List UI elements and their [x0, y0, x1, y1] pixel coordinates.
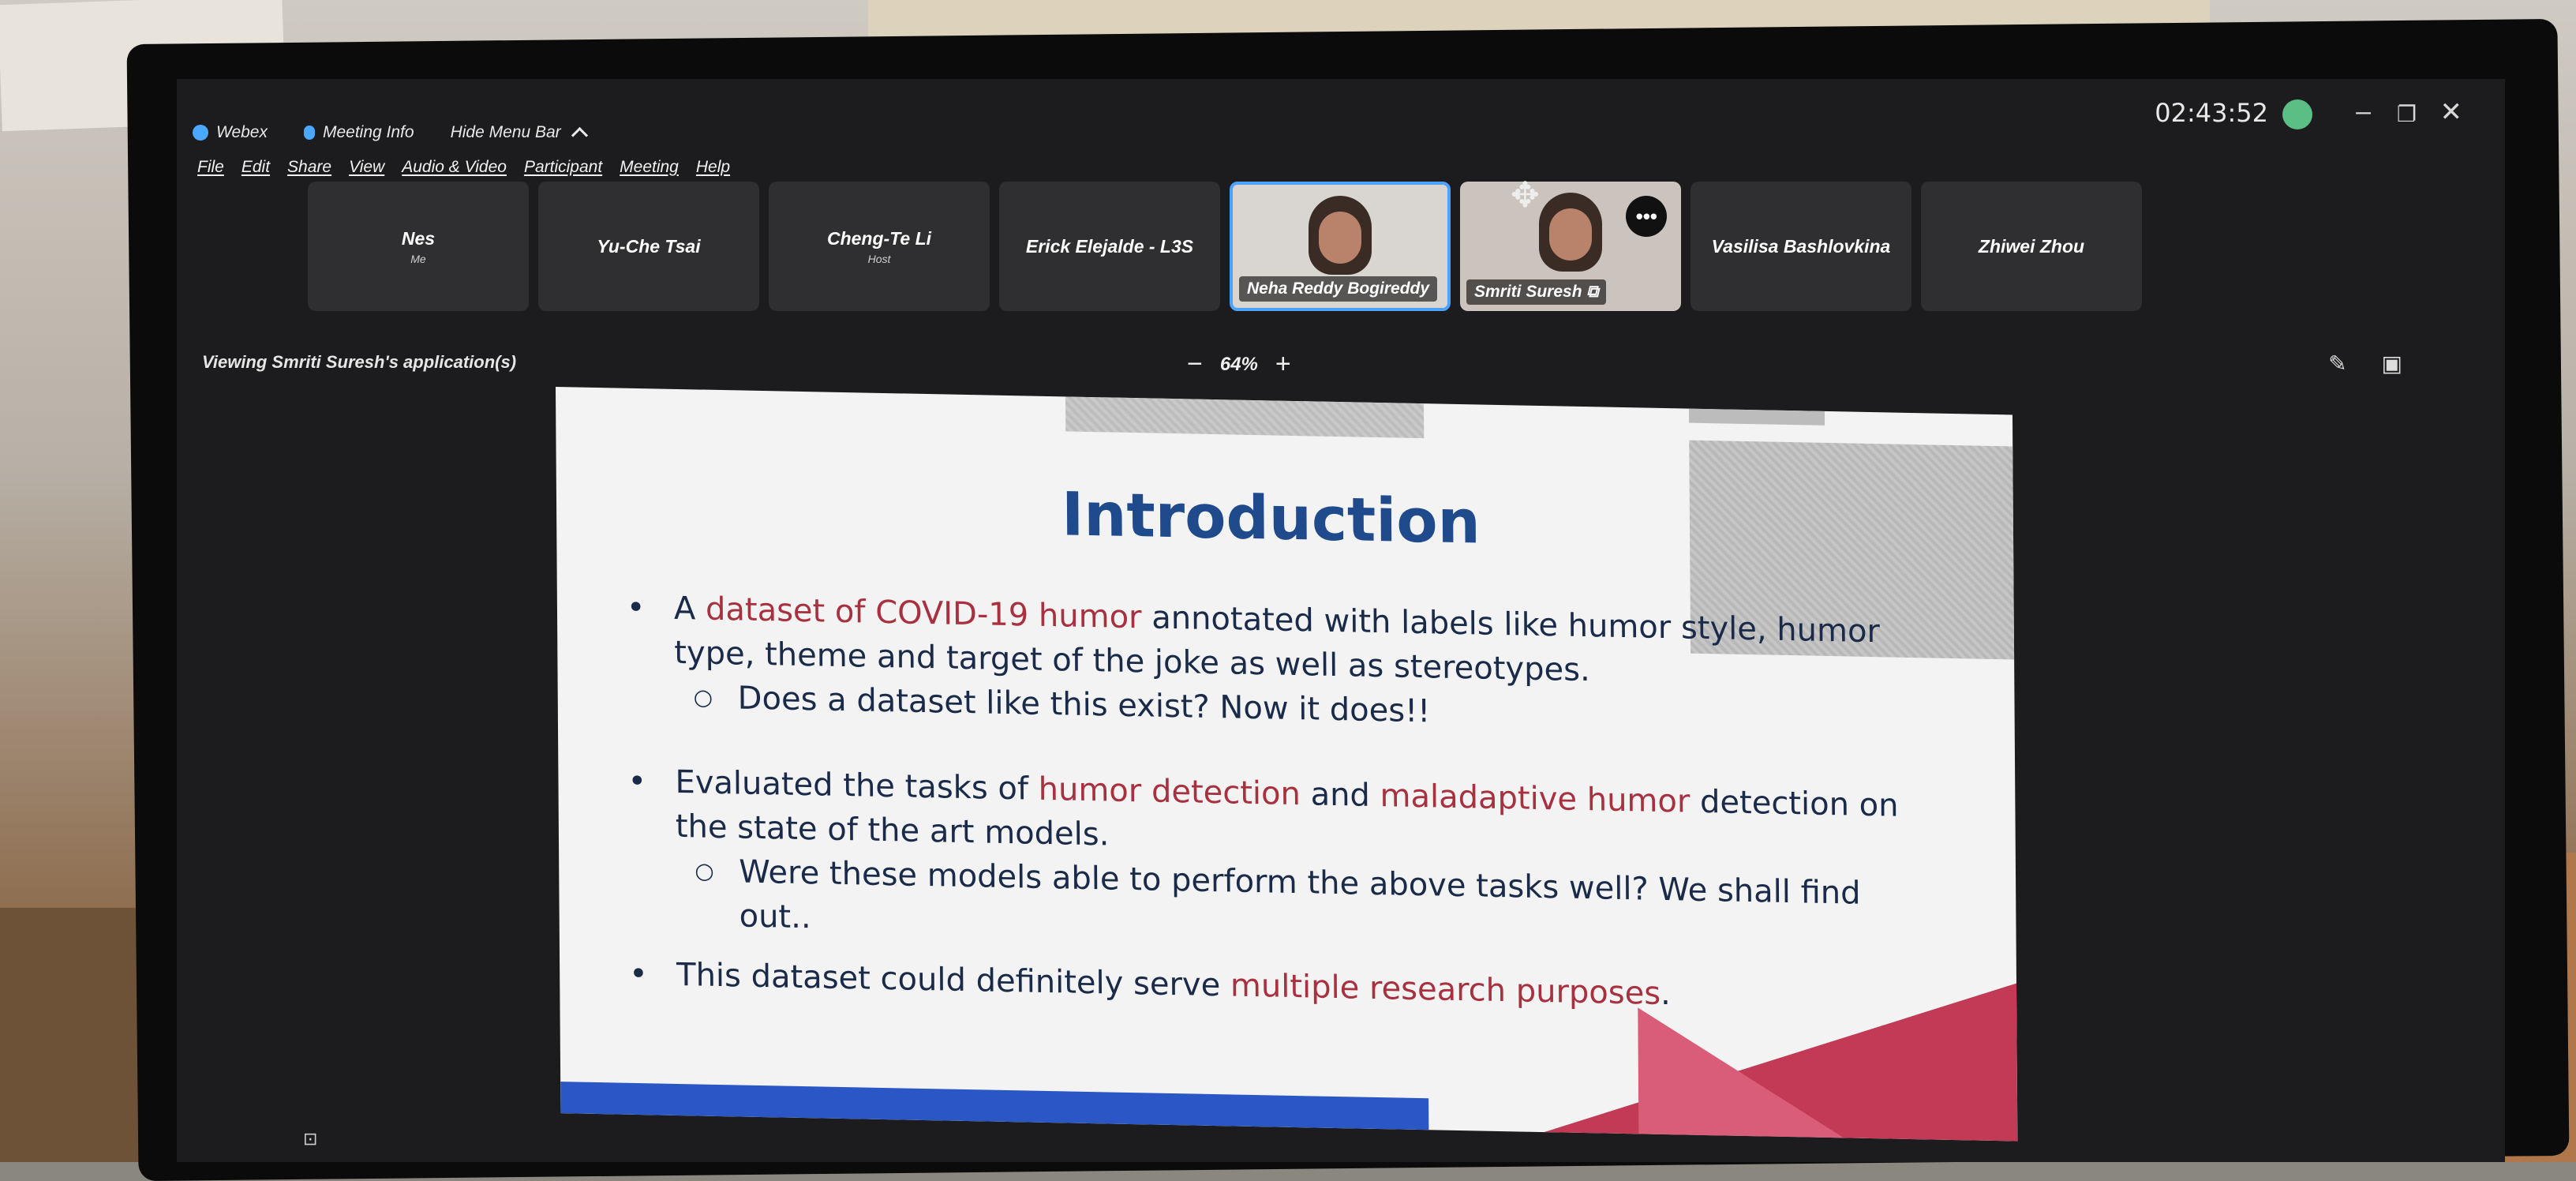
shared-slide: Introduction A dataset of COVID-19 humor…	[556, 387, 2018, 1142]
title-bar: Webex Meeting Info Hide Menu Bar	[193, 117, 588, 148]
chevron-up-icon	[571, 126, 588, 144]
highlight-text: dataset of COVID-19 humor	[705, 590, 1142, 636]
zoom-in-button[interactable]: +	[1275, 349, 1291, 380]
hide-menu-bar-button[interactable]: Hide Menu Bar	[451, 123, 588, 144]
slide-bullets: A dataset of COVID-19 humor annotated wi…	[627, 586, 1908, 1021]
participant-name: Zhiwei Zhou	[1978, 235, 2085, 257]
signal-icon[interactable]	[2282, 99, 2312, 129]
slide-title: Introduction	[1061, 478, 1481, 557]
captions-icon[interactable]: ⊡	[303, 1129, 317, 1149]
close-icon[interactable]: ✕	[2440, 96, 2463, 128]
redacted-block	[1688, 408, 1825, 426]
meeting-clock: 02:43:52	[2155, 98, 2268, 128]
menu-help[interactable]: Help	[696, 158, 730, 177]
menu-participant[interactable]: Participant	[524, 158, 602, 177]
participant-face	[1549, 208, 1592, 261]
zoom-level: 64%	[1219, 353, 1258, 375]
participant-role: Host	[867, 252, 891, 265]
decorative-triangle	[1638, 1007, 1844, 1138]
participant-role: Me	[410, 252, 426, 265]
move-cursor-icon: ✥	[1511, 176, 1540, 215]
participant-tile[interactable]: Nes Me	[308, 182, 529, 311]
annotate-pen-icon[interactable]: ✎	[2328, 351, 2346, 377]
webex-window: Webex Meeting Info Hide Menu Bar 02:43:5…	[177, 79, 2505, 1162]
participant-name: Cheng-Te Li	[826, 227, 932, 249]
menu-share[interactable]: Share	[287, 158, 331, 177]
webex-icon	[193, 125, 208, 141]
participant-strip: Nes Me Yu-Che Tsai Cheng-Te Li Host Eric…	[308, 182, 2142, 311]
remote-control-icon[interactable]: ▣	[2382, 351, 2402, 377]
webex-logo[interactable]: Webex	[193, 123, 268, 142]
participant-face	[1319, 212, 1361, 264]
menu-file[interactable]: File	[197, 158, 224, 177]
menu-bar: File Edit Share View Audio & Video Parti…	[197, 158, 730, 177]
redacted-block	[1065, 396, 1425, 439]
highlight-text: humor detection	[1038, 770, 1301, 813]
annotation-tools: ✎ ▣	[2328, 351, 2402, 377]
participant-tile[interactable]: Zhiwei Zhou	[1921, 182, 2142, 311]
participant-name: Neha Reddy Bogireddy	[1239, 276, 1438, 302]
participant-name: Nes	[401, 227, 436, 249]
zoom-out-button[interactable]: −	[1187, 349, 1203, 380]
restore-icon[interactable]: ❐	[2397, 101, 2417, 127]
shield-icon	[303, 126, 315, 140]
menu-edit[interactable]: Edit	[242, 158, 270, 177]
desk-left	[0, 908, 158, 1162]
menu-meeting[interactable]: Meeting	[620, 158, 679, 177]
participant-tile[interactable]: Yu-Che Tsai	[538, 182, 759, 311]
highlight-text: maladaptive humor	[1380, 778, 1690, 820]
participant-tile[interactable]: Erick Elejalde - L3S	[999, 182, 1220, 311]
minimize-icon[interactable]: –	[2356, 96, 2371, 127]
decorative-bar	[560, 1082, 1429, 1130]
participant-tile[interactable]: Vasilisa Bashlovkina	[1690, 182, 1911, 311]
screen-share-icon: ⧉	[1586, 283, 1599, 301]
more-options-icon[interactable]: •••	[1626, 196, 1667, 237]
menu-view[interactable]: View	[349, 158, 384, 177]
participant-name: Smriti Suresh ⧉	[1466, 279, 1607, 305]
participant-name: Erick Elejalde - L3S	[1025, 235, 1194, 257]
menu-audio-video[interactable]: Audio & Video	[402, 158, 507, 177]
participant-video-tile[interactable]: Neha Reddy Bogireddy	[1230, 182, 1451, 311]
meeting-info-button[interactable]: Meeting Info	[303, 123, 414, 142]
participant-tile[interactable]: Cheng-Te Li Host	[769, 182, 990, 311]
viewing-status: Viewing Smriti Suresh's application(s)	[202, 352, 517, 372]
participant-name: Yu-Che Tsai	[597, 235, 701, 257]
participant-video-tile[interactable]: ••• Smriti Suresh ⧉	[1460, 182, 1681, 311]
participant-name: Vasilisa Bashlovkina	[1711, 235, 1891, 257]
zoom-controls: − 64% +	[1187, 349, 1291, 380]
